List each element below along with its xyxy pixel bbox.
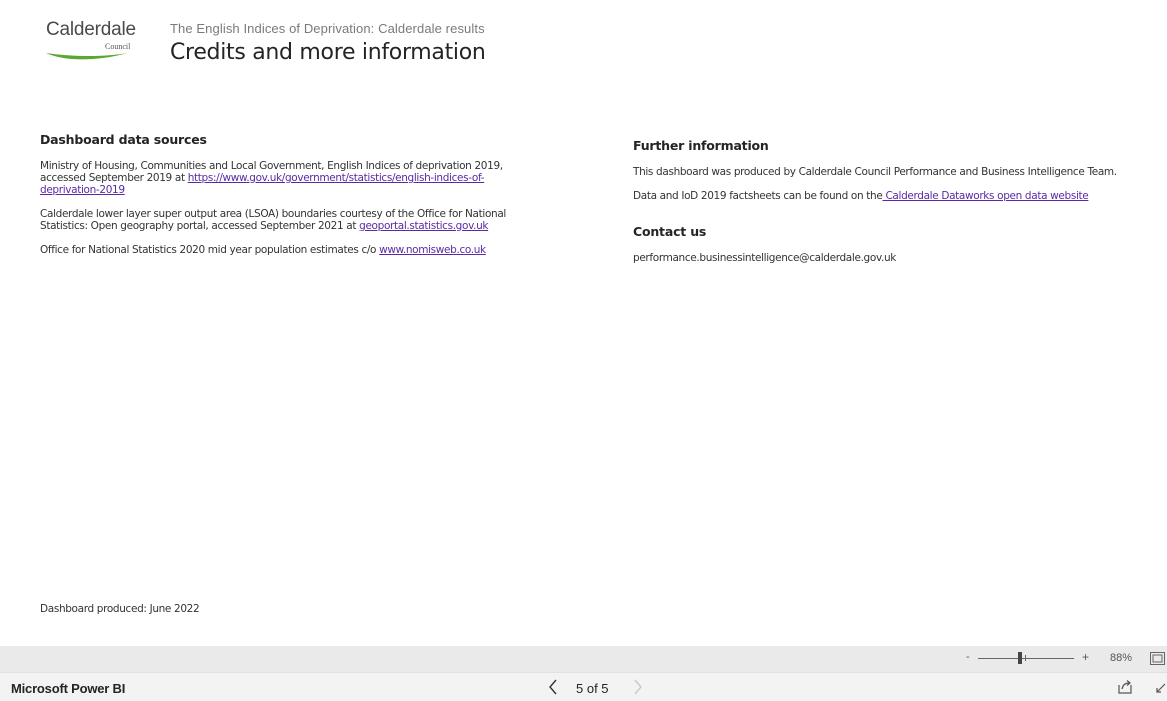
logo-wordmark: Calderdale [46, 19, 136, 40]
geoportal-link[interactable]: geoportal.statistics.gov.uk [359, 220, 488, 232]
logo-swoosh-icon [46, 53, 128, 60]
contact-email: performance.businessintelligence@calderd… [633, 252, 897, 264]
logo-council-text: Council [105, 42, 131, 51]
source-mhclg: Ministry of Housing, Communities and Loc… [40, 160, 540, 196]
factsheets-text: Data and IoD 2019 factsheets can be foun… [633, 190, 883, 202]
zoom-level: 88% [1110, 652, 1133, 664]
zoom-out-button[interactable]: - [966, 651, 970, 663]
nomisweb-link[interactable]: www.nomisweb.co.uk [379, 244, 486, 256]
produced-date: Dashboard produced: June 2022 [40, 603, 200, 615]
zoom-default-tick [1025, 655, 1026, 661]
dataworks-link[interactable]: Calderdale Dataworks open data website [882, 190, 1088, 202]
zoom-slider-track[interactable] [978, 658, 1074, 659]
calderdale-logo: Calderdale Council [44, 17, 150, 63]
page-indicator: 5 of 5 [576, 681, 609, 696]
zoom-bar: - + 88% [0, 646, 1167, 672]
further-info-heading: Further information [633, 138, 769, 153]
footer-bar: Microsoft Power BI 5 of 5 [0, 672, 1167, 701]
contact-heading: Contact us [633, 224, 707, 239]
fit-to-page-icon[interactable] [1150, 652, 1165, 665]
further-info-section: Further information This dashboard was p… [633, 138, 1133, 276]
zoom-slider-thumb[interactable] [1018, 652, 1022, 664]
source-lsoa: Calderdale lower layer super output area… [40, 208, 540, 232]
further-info-factsheets: Data and IoD 2019 factsheets can be foun… [633, 190, 1133, 202]
expand-icon[interactable] [1155, 682, 1167, 694]
previous-page-icon[interactable] [546, 677, 560, 697]
further-info-produced-by: This dashboard was produced by Calderdal… [633, 166, 1117, 178]
page-title: Credits and more information [170, 40, 486, 65]
zoom-in-button[interactable]: + [1082, 650, 1089, 664]
report-subtitle: The English Indices of Deprivation: Cald… [170, 21, 485, 36]
data-sources-heading: Dashboard data sources [40, 132, 207, 147]
share-icon[interactable] [1116, 678, 1134, 696]
data-sources-section: Dashboard data sources Ministry of Housi… [40, 132, 540, 268]
next-page-icon[interactable] [631, 677, 645, 697]
source-ons-text: Office for National Statistics 2020 mid … [40, 244, 380, 256]
report-canvas: Calderdale Council The English Indices o… [0, 0, 1167, 646]
source-ons: Office for National Statistics 2020 mid … [40, 244, 540, 256]
power-bi-brand[interactable]: Microsoft Power BI [11, 681, 125, 696]
